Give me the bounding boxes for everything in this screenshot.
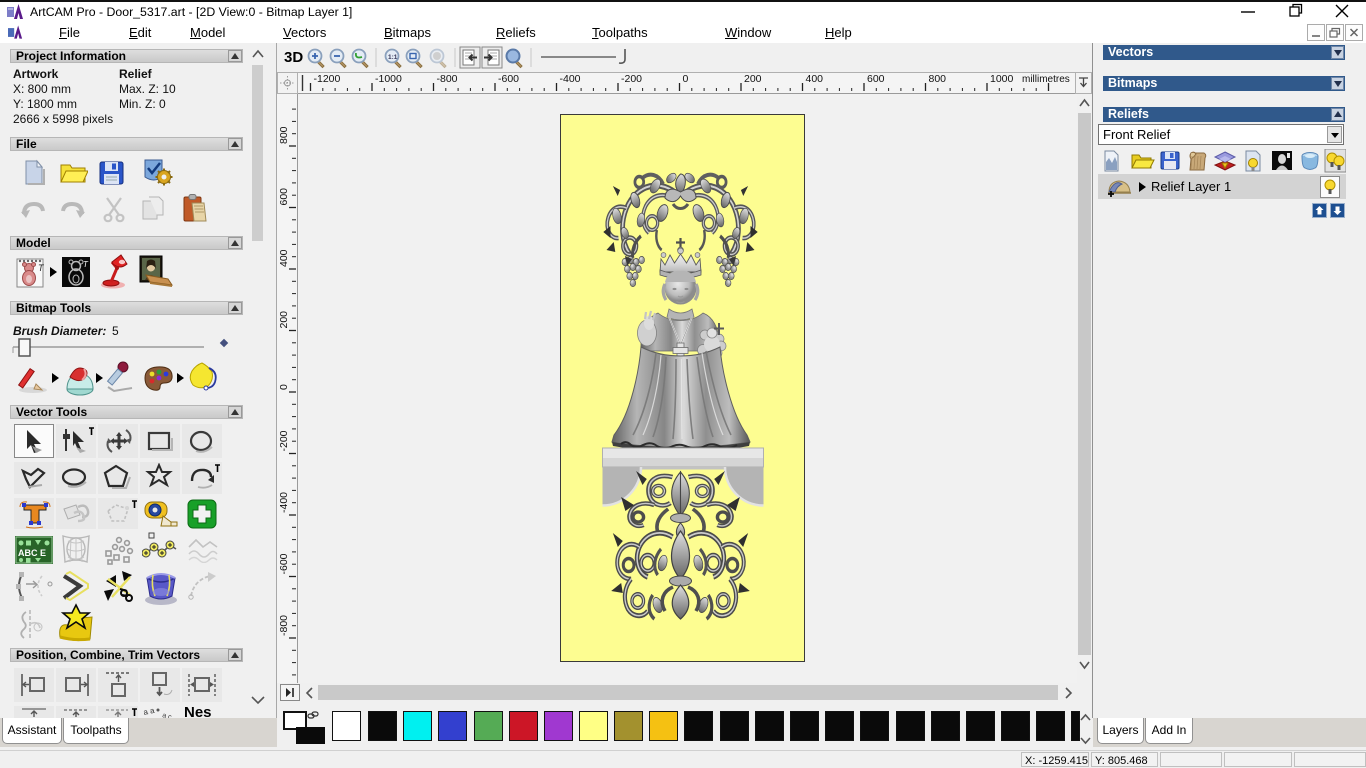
svg-text:millimetres: millimetres bbox=[1022, 74, 1070, 85]
svg-text:600: 600 bbox=[278, 188, 290, 206]
svg-text:1:1: 1:1 bbox=[388, 54, 398, 61]
svg-text:1000: 1000 bbox=[990, 73, 1014, 85]
svg-text:ABC E: ABC E bbox=[18, 548, 46, 558]
svg-text:-200: -200 bbox=[278, 430, 290, 451]
svg-text:800: 800 bbox=[929, 73, 947, 85]
svg-text:-600: -600 bbox=[498, 73, 519, 85]
svg-text:T: T bbox=[38, 263, 45, 273]
svg-text:200: 200 bbox=[744, 73, 762, 85]
svg-text:200: 200 bbox=[278, 311, 290, 329]
svg-text:-800: -800 bbox=[437, 73, 458, 85]
svg-text:0: 0 bbox=[278, 384, 290, 390]
svg-text:-1200: -1200 bbox=[314, 73, 341, 85]
svg-text:0: 0 bbox=[683, 73, 689, 85]
svg-text:600: 600 bbox=[867, 73, 885, 85]
svg-text:400: 400 bbox=[806, 73, 824, 85]
svg-text:-400: -400 bbox=[560, 73, 581, 85]
svg-text:400: 400 bbox=[278, 249, 290, 267]
svg-text:-1000: -1000 bbox=[375, 73, 402, 85]
svg-text:-400: -400 bbox=[278, 492, 290, 513]
svg-text:800: 800 bbox=[278, 126, 290, 144]
svg-text:a a: a a bbox=[143, 706, 156, 717]
svg-text:-200: -200 bbox=[621, 73, 642, 85]
svg-text:-600: -600 bbox=[278, 553, 290, 574]
svg-text:-800: -800 bbox=[278, 615, 290, 636]
